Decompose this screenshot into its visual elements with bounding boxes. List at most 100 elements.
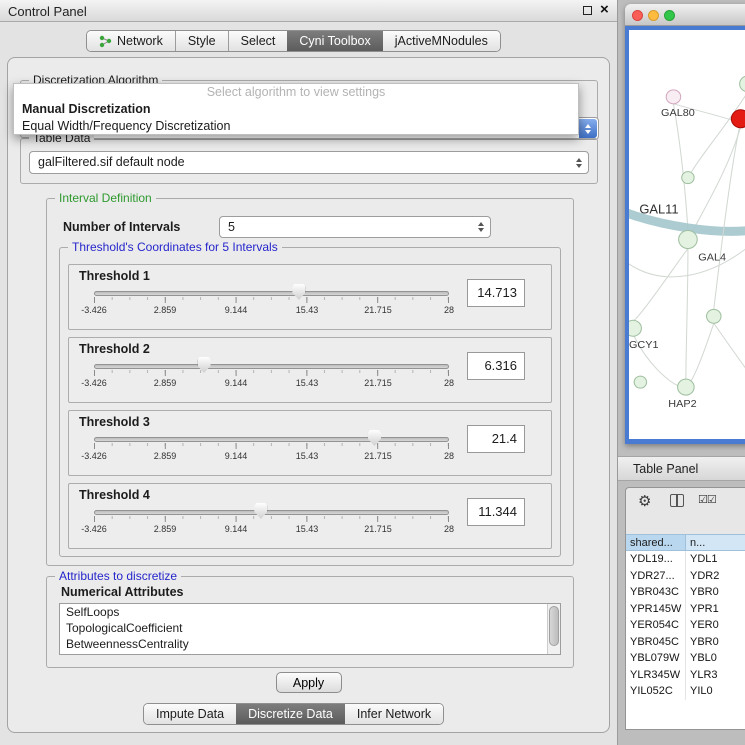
tab-cyni-toolbox[interactable]: Cyni Toolbox xyxy=(287,31,382,51)
apply-button[interactable]: Apply xyxy=(276,672,342,693)
table-row[interactable]: YPR145WYPR1 xyxy=(626,601,745,618)
close-icon[interactable]: × xyxy=(600,4,609,16)
network-node[interactable] xyxy=(740,76,745,92)
control-panel-window: Control Panel × Network Style Se xyxy=(0,0,618,745)
table-row[interactable]: YIL052CYIL0 xyxy=(626,683,745,700)
network-window-titlebar[interactable] xyxy=(625,4,745,26)
table-row[interactable]: YBL079WYBL0 xyxy=(626,650,745,667)
threshold-4-value-field[interactable]: 11.344 xyxy=(467,498,525,526)
slider-ticks xyxy=(94,297,449,303)
slider-track[interactable] xyxy=(94,510,449,515)
tab-label: Impute Data xyxy=(156,707,224,721)
combobox-arrows-icon[interactable] xyxy=(576,158,582,168)
table-cell[interactable]: YDL1 xyxy=(686,551,745,568)
tab-label: Network xyxy=(117,34,163,48)
interval-definition-group: Interval Definition Number of Intervals … xyxy=(46,198,574,566)
table-cell[interactable]: YDL19... xyxy=(626,551,686,568)
threshold-4-slider[interactable]: -3.4262.8599.14415.4321.71528 xyxy=(94,502,449,542)
table-cell[interactable]: YPR145W xyxy=(626,601,686,618)
table-cell[interactable]: YIL0 xyxy=(686,683,745,700)
table-body[interactable]: YDL19...YDL1YDR27...YDR2YBR043CYBR0YPR14… xyxy=(626,551,745,729)
table-row[interactable]: YDR27...YDR2 xyxy=(626,568,745,585)
combobox-arrows-icon[interactable] xyxy=(478,222,484,232)
table-row[interactable]: YBR045CYBR0 xyxy=(626,634,745,651)
network-node[interactable] xyxy=(679,231,698,249)
tab-label: Discretize Data xyxy=(248,707,333,721)
numerical-attributes-list[interactable]: SelfLoops TopologicalCoefficient Between… xyxy=(59,603,561,655)
list-item[interactable]: BetweennessCentrality xyxy=(60,636,560,652)
threshold-3-slider[interactable]: -3.4262.8599.14415.4321.71528 xyxy=(94,429,449,469)
threshold-2-slider[interactable]: -3.4262.8599.14415.4321.71528 xyxy=(94,356,449,396)
tab-label: Select xyxy=(241,34,276,48)
network-canvas[interactable]: GAL80 GAL11 GAL4 GCY1 HAP2 xyxy=(629,30,745,439)
table-cell[interactable]: YLR3 xyxy=(686,667,745,684)
network-node[interactable] xyxy=(682,172,694,184)
threshold-3-value-field[interactable]: 21.4 xyxy=(467,425,525,453)
table-row[interactable]: YDL19...YDL1 xyxy=(626,551,745,568)
network-node[interactable] xyxy=(707,309,721,323)
tab-jactivemnodules[interactable]: jActiveMNodules xyxy=(383,31,500,51)
tick-label: -3.426 xyxy=(81,305,107,315)
table-row[interactable]: YBR043CYBR0 xyxy=(626,584,745,601)
table-cell[interactable]: YLR345W xyxy=(626,667,686,684)
network-edge xyxy=(691,92,745,173)
table-cell[interactable]: YBR0 xyxy=(686,584,745,601)
table-data-combobox[interactable]: galFiltered.sif default node xyxy=(29,151,589,174)
select-columns-checkboxes-icon[interactable]: ☑☑ xyxy=(698,493,716,506)
slider-track[interactable] xyxy=(94,291,449,296)
table-cell[interactable]: YDR27... xyxy=(626,568,686,585)
threshold-2-panel: Threshold 2 -3.4262.8599.14415.4321.7152… xyxy=(68,337,552,403)
tab-select[interactable]: Select xyxy=(228,31,288,51)
list-scrollbar[interactable] xyxy=(547,604,560,654)
network-node[interactable] xyxy=(678,379,695,395)
column-header-shared[interactable]: shared... xyxy=(626,534,686,551)
table-cell[interactable]: YBR043C xyxy=(626,584,686,601)
tab-network[interactable]: Network xyxy=(87,31,175,51)
tick-label: 2.859 xyxy=(154,378,177,388)
network-node[interactable] xyxy=(666,90,680,104)
tab-impute-data[interactable]: Impute Data xyxy=(144,704,236,724)
threshold-1-value-field[interactable]: 14.713 xyxy=(467,279,525,307)
dropdown-option-manual-discretization[interactable]: Manual Discretization xyxy=(14,101,578,118)
table-cell[interactable]: YER0 xyxy=(686,617,745,634)
tab-infer-network[interactable]: Infer Network xyxy=(345,704,443,724)
network-node[interactable] xyxy=(634,376,646,388)
gear-icon[interactable]: ⚙ xyxy=(638,492,651,510)
threshold-coordinates-group: Threshold's Coordinates for 5 Intervals … xyxy=(59,247,561,557)
mac-minimize-button[interactable] xyxy=(648,10,659,21)
minimize-icon[interactable] xyxy=(583,6,592,15)
node-label: GAL80 xyxy=(661,107,695,119)
list-item[interactable]: SelfLoops xyxy=(60,604,560,620)
number-of-intervals-value: 5 xyxy=(228,220,235,234)
scrollbar-thumb[interactable] xyxy=(549,606,559,646)
table-cell[interactable]: YPR1 xyxy=(686,601,745,618)
network-node[interactable] xyxy=(629,320,641,336)
slider-track[interactable] xyxy=(94,437,449,442)
threshold-1-slider[interactable]: -3.4262.8599.14415.4321.71528 xyxy=(94,283,449,323)
network-icon xyxy=(99,35,112,48)
network-node-selected[interactable] xyxy=(731,110,745,128)
column-header-n[interactable]: n... xyxy=(686,534,745,551)
mac-zoom-button[interactable] xyxy=(664,10,675,21)
table-cell[interactable]: YBL079W xyxy=(626,650,686,667)
threshold-2-value-field[interactable]: 6.316 xyxy=(467,352,525,380)
table-cell[interactable]: YBR045C xyxy=(626,634,686,651)
slider-track[interactable] xyxy=(94,364,449,369)
table-cell[interactable]: YIL052C xyxy=(626,683,686,700)
table-cell[interactable]: YBL0 xyxy=(686,650,745,667)
tick-label: 2.859 xyxy=(154,451,177,461)
columns-icon[interactable] xyxy=(670,494,684,507)
mac-close-button[interactable] xyxy=(632,10,643,21)
tab-discretize-data[interactable]: Discretize Data xyxy=(236,704,345,724)
table-cell[interactable]: YBR0 xyxy=(686,634,745,651)
table-cell[interactable]: YDR2 xyxy=(686,568,745,585)
table-row[interactable]: YLR345WYLR3 xyxy=(626,667,745,684)
tab-style[interactable]: Style xyxy=(175,31,228,51)
table-row[interactable]: YER054CYER0 xyxy=(626,617,745,634)
tick-label: 2.859 xyxy=(154,524,177,534)
list-item[interactable]: TopologicalCoefficient xyxy=(60,620,560,636)
dropdown-option-equal-width-frequency[interactable]: Equal Width/Frequency Discretization xyxy=(14,118,578,135)
combobox-stepper-icon[interactable] xyxy=(579,119,597,138)
table-cell[interactable]: YER054C xyxy=(626,617,686,634)
number-of-intervals-combobox[interactable]: 5 xyxy=(219,216,491,238)
